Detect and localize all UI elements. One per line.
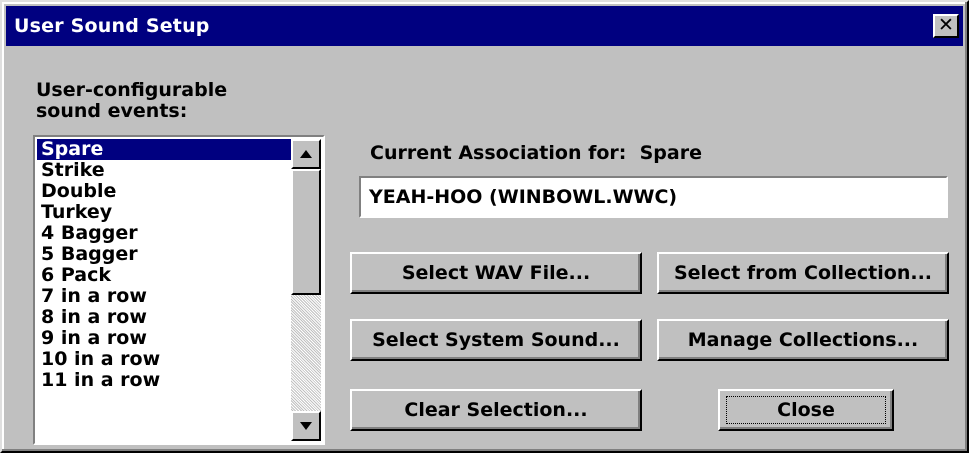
close-window-icon[interactable]: ✕: [933, 14, 959, 38]
scroll-up-button[interactable]: [291, 139, 321, 169]
sound-events-label-line1: User-configurable: [36, 79, 228, 101]
list-item-double[interactable]: Double: [37, 181, 293, 202]
sound-events-listbox[interactable]: Spare Strike Double Turkey 4 Bagger 5 Ba…: [33, 135, 325, 445]
list-item-10-in-a-row[interactable]: 10 in a row: [37, 349, 293, 370]
title-bar[interactable]: User Sound Setup ✕: [6, 6, 963, 46]
arrow-up-icon: [300, 150, 312, 158]
sound-events-list: Spare Strike Double Turkey 4 Bagger 5 Ba…: [37, 139, 293, 391]
scroll-thumb[interactable]: [291, 169, 321, 295]
list-item-turkey[interactable]: Turkey: [37, 202, 293, 223]
window-title: User Sound Setup: [14, 15, 210, 37]
select-wav-file-button[interactable]: Select WAV File...: [350, 252, 642, 294]
list-item-11-in-a-row[interactable]: 11 in a row: [37, 370, 293, 391]
list-item-spare[interactable]: Spare: [37, 139, 293, 160]
select-from-collection-button[interactable]: Select from Collection...: [657, 252, 949, 294]
sound-events-label: User-configurable sound events:: [36, 80, 227, 122]
list-item-strike[interactable]: Strike: [37, 160, 293, 181]
select-system-sound-button[interactable]: Select System Sound...: [350, 319, 642, 361]
manage-collections-button[interactable]: Manage Collections...: [657, 319, 949, 361]
scroll-down-button[interactable]: [291, 411, 321, 441]
close-button[interactable]: Close: [718, 389, 894, 431]
user-sound-setup-dialog: User Sound Setup ✕ User-configurable sou…: [0, 0, 969, 453]
list-item-5-bagger[interactable]: 5 Bagger: [37, 244, 293, 265]
current-association-label: Current Association for: Spare: [370, 142, 702, 164]
clear-selection-button[interactable]: Clear Selection...: [350, 389, 642, 431]
sound-events-label-line2: sound events:: [36, 100, 188, 122]
arrow-down-icon: [300, 422, 312, 430]
list-scrollbar[interactable]: [291, 139, 321, 441]
list-item-4-bagger[interactable]: 4 Bagger: [37, 223, 293, 244]
list-item-8-in-a-row[interactable]: 8 in a row: [37, 307, 293, 328]
list-item-9-in-a-row[interactable]: 9 in a row: [37, 328, 293, 349]
list-item-7-in-a-row[interactable]: 7 in a row: [37, 286, 293, 307]
list-item-6-pack[interactable]: 6 Pack: [37, 265, 293, 286]
close-button-label: Close: [726, 396, 886, 424]
current-association-field[interactable]: YEAH-HOO (WINBOWL.WWC): [359, 176, 948, 218]
